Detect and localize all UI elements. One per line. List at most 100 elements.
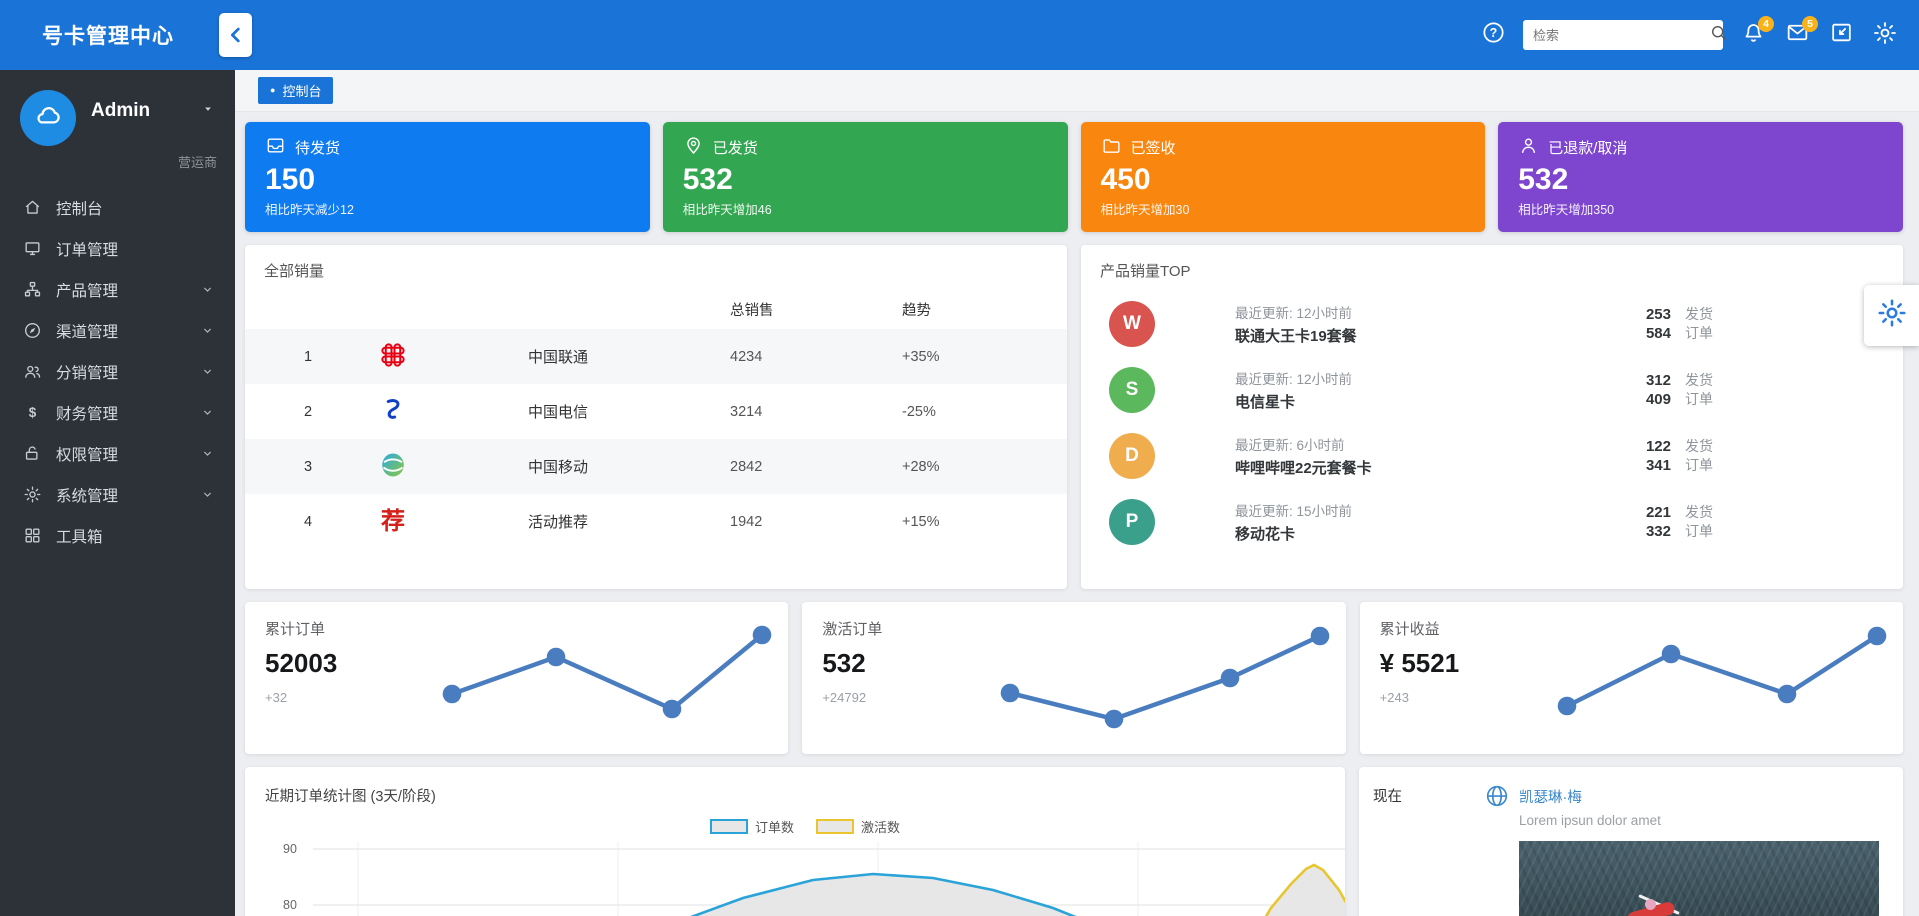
chart-plot-area: 90 80 bbox=[265, 842, 1345, 916]
notifications-button[interactable]: 4 bbox=[1739, 16, 1774, 49]
legend-item-activations: 激活数 bbox=[816, 817, 900, 836]
user-menu[interactable]: Admin bbox=[0, 70, 235, 152]
person-icon bbox=[1518, 135, 1539, 160]
recommend-logo-icon: 荐 bbox=[381, 507, 405, 535]
mini-stat-total-orders: 累计订单 52003 +32 bbox=[245, 602, 789, 754]
product-updated: 最近更新: 15小时前 bbox=[1235, 504, 1353, 519]
chevron-down-icon bbox=[200, 487, 215, 502]
theme-settings-button[interactable] bbox=[1864, 285, 1919, 346]
sidebar-menu: 控制台 订单管理 产品管理 渠道管理 分销管理 财务管理 权限管理 系统管理 工… bbox=[0, 187, 235, 556]
sparkline-chart bbox=[1557, 626, 1887, 716]
chevron-left-icon bbox=[225, 24, 247, 46]
tab-active-dot: ● bbox=[270, 85, 276, 95]
column-header-total: 总销售 bbox=[730, 302, 774, 319]
product-avatar: S bbox=[1109, 367, 1155, 413]
fullscreen-button[interactable] bbox=[1827, 21, 1855, 49]
top-products-panel: 产品销量TOP W 最近更新: 12小时前 联通大王卡19套餐 253 发货 58… bbox=[1081, 245, 1903, 589]
list-item: P 最近更新: 15小时前 移动花卡 221 发货 332 订单 bbox=[1081, 489, 1903, 555]
gear-icon bbox=[23, 485, 42, 504]
product-avatar: P bbox=[1109, 499, 1155, 545]
stat-note: 相比昨天增加350 bbox=[1518, 203, 1615, 217]
top-products-list: W 最近更新: 12小时前 联通大王卡19套餐 253 发货 584 订单 S 最近… bbox=[1081, 291, 1903, 555]
main-content: ● 控制台 待发货 150 相比昨天减少12 已发货 532 相比昨天增加46 … bbox=[235, 70, 1919, 916]
panel-title: 产品销量TOP bbox=[1100, 263, 1191, 280]
column-header-trend: 趋势 bbox=[902, 302, 931, 319]
author-link[interactable]: 凯瑟琳·梅 bbox=[1519, 786, 1582, 807]
stat-value: 150 bbox=[265, 163, 316, 196]
globe-icon bbox=[1484, 783, 1510, 809]
panel-title: 全部销量 bbox=[264, 263, 325, 280]
sidebar-item-channels[interactable]: 渠道管理 bbox=[0, 310, 235, 351]
tab-console[interactable]: ● 控制台 bbox=[258, 77, 334, 104]
photo-person bbox=[1645, 899, 1656, 910]
monitor-icon bbox=[23, 239, 42, 258]
sales-table: 总销售 趋势 1 中国联通 4234 +35% 2 中国电信 3214 -25% bbox=[245, 289, 1067, 549]
sparkline-chart bbox=[443, 625, 772, 719]
sales-table-panel: 全部销量 总销售 趋势 1 中国联通 4234 +35% 2 中国电信 3214… bbox=[245, 245, 1067, 589]
chart-legend: 订单数 激活数 bbox=[265, 817, 1345, 836]
tab-bar: ● 控制台 bbox=[235, 70, 1919, 112]
stat-value: 450 bbox=[1100, 163, 1151, 196]
folder-icon bbox=[1101, 135, 1122, 160]
location-pin-icon bbox=[683, 135, 704, 160]
timeline-panel: 现在 凯瑟琳·梅 Lorem ipsun dolor amet bbox=[1359, 767, 1903, 916]
y-axis-tick: 90 bbox=[283, 842, 297, 856]
product-avatar: W bbox=[1109, 301, 1155, 347]
app-title: 号卡管理中心 bbox=[42, 25, 174, 48]
china-unicom-logo-icon bbox=[378, 340, 408, 374]
user-role: 营运商 bbox=[177, 155, 217, 170]
product-metrics: 221 发货 332 订单 bbox=[1645, 504, 1713, 540]
sidebar-item-system[interactable]: 系统管理 bbox=[0, 474, 235, 515]
chevron-down-icon bbox=[200, 446, 215, 461]
sidebar-item-finance[interactable]: 财务管理 bbox=[0, 392, 235, 433]
grid-icon bbox=[23, 526, 42, 545]
sidebar-item-products[interactable]: 产品管理 bbox=[0, 269, 235, 310]
mini-stat-total-revenue: 累计收益 ¥ 5521 +243 bbox=[1359, 602, 1903, 754]
product-updated: 最近更新: 12小时前 bbox=[1235, 372, 1353, 387]
chart-title: 近期订单统计图 (3天/阶段) bbox=[265, 789, 436, 805]
sidebar-item-console[interactable]: 控制台 bbox=[0, 187, 235, 228]
product-avatar: D bbox=[1109, 433, 1155, 479]
legend-item-orders: 订单数 bbox=[709, 817, 794, 836]
product-updated: 最近更新: 12小时前 bbox=[1235, 306, 1353, 321]
settings-button[interactable] bbox=[1871, 21, 1899, 49]
messages-button[interactable]: 5 bbox=[1783, 16, 1818, 49]
sidebar-item-orders[interactable]: 订单管理 bbox=[0, 228, 235, 269]
dollar-icon bbox=[23, 403, 42, 422]
cloud-icon bbox=[32, 100, 64, 137]
chevron-down-icon bbox=[200, 405, 215, 420]
compass-icon bbox=[23, 321, 42, 340]
stat-value: 532 bbox=[682, 163, 733, 196]
product-metrics: 253 发货 584 订单 bbox=[1645, 306, 1713, 342]
navbar-actions: 4 5 bbox=[1479, 16, 1919, 50]
product-metrics: 122 发货 341 订单 bbox=[1645, 438, 1713, 474]
sidebar-collapse-button[interactable] bbox=[219, 13, 252, 57]
timeline-subtitle: Lorem ipsun dolor amet bbox=[1519, 813, 1661, 828]
user-name: Admin bbox=[91, 100, 151, 121]
list-item: S 最近更新: 12小时前 电信星卡 312 发货 409 订单 bbox=[1081, 357, 1903, 423]
search-input[interactable] bbox=[1523, 27, 1709, 43]
legend-swatch bbox=[709, 819, 748, 834]
search-box bbox=[1523, 20, 1726, 50]
table-row: 4 荐 活动推荐 1942 +15% bbox=[303, 507, 940, 535]
stat-note: 相比昨天增加46 bbox=[682, 203, 772, 217]
sidebar-item-permissions[interactable]: 权限管理 bbox=[0, 433, 235, 474]
home-icon bbox=[23, 198, 42, 217]
gear-icon bbox=[1876, 297, 1908, 334]
help-button[interactable] bbox=[1479, 21, 1507, 49]
gear-icon bbox=[1872, 20, 1898, 51]
avatar bbox=[20, 90, 76, 146]
sitemap-icon bbox=[23, 280, 42, 299]
tab-label: 控制台 bbox=[282, 84, 322, 99]
product-name: 联通大王卡19套餐 bbox=[1235, 328, 1357, 345]
table-row: 1 中国联通 4234 +35% bbox=[245, 329, 1067, 384]
sidebar-item-toolbox[interactable]: 工具箱 bbox=[0, 515, 235, 556]
search-icon[interactable] bbox=[1709, 23, 1728, 47]
product-metrics: 312 发货 409 订单 bbox=[1645, 372, 1713, 408]
sidebar-item-distribution[interactable]: 分销管理 bbox=[0, 351, 235, 392]
stat-value: 532 bbox=[1518, 163, 1569, 196]
list-item: D 最近更新: 6小时前 哔哩哔哩22元套餐卡 122 发货 341 订单 bbox=[1081, 423, 1903, 489]
stat-card-signed: 已签收 450 相比昨天增加30 bbox=[1080, 122, 1486, 232]
stat-card-refunded: 已退款/取消 532 相比昨天增加350 bbox=[1498, 122, 1903, 232]
top-navbar: 号卡管理中心 4 5 bbox=[0, 0, 1919, 70]
